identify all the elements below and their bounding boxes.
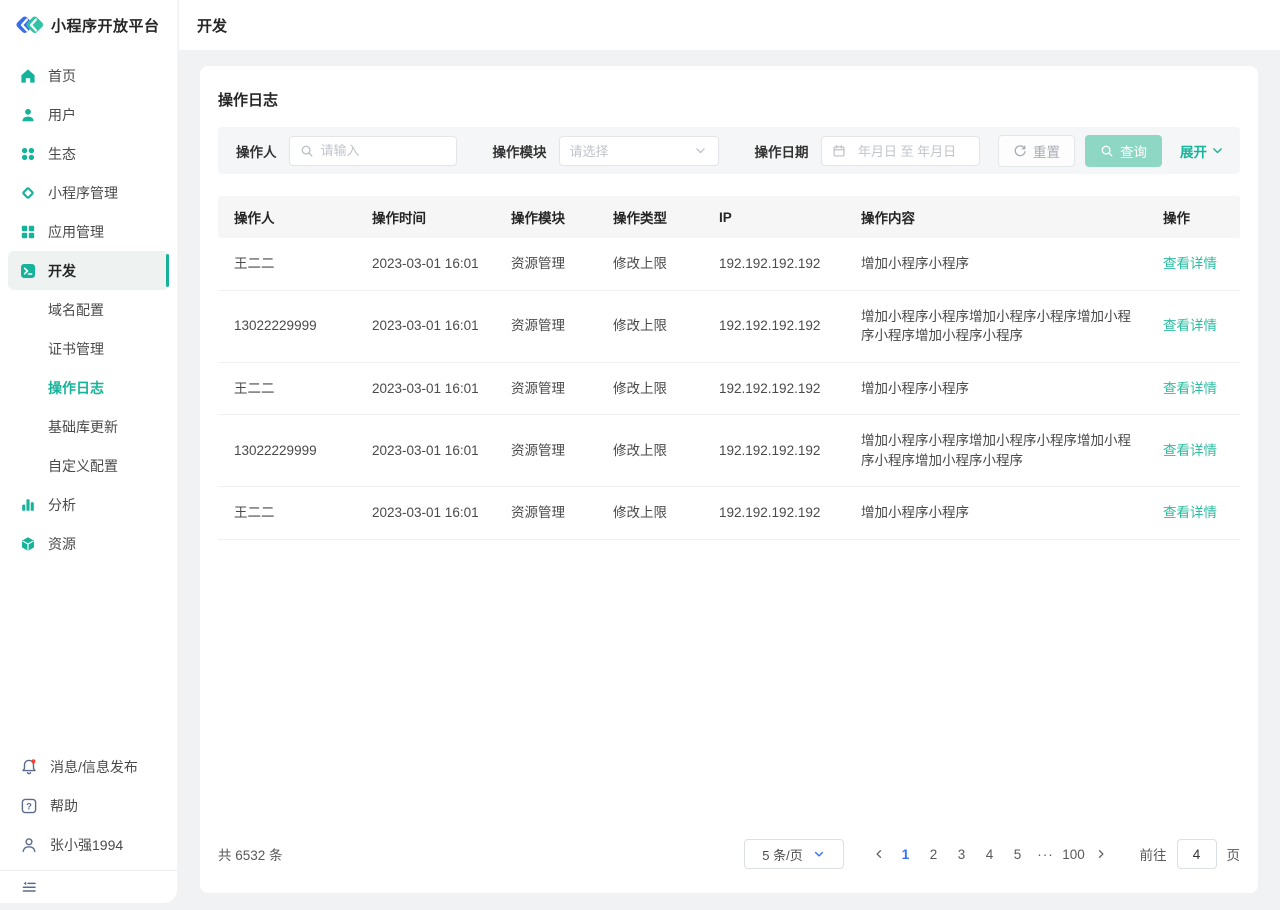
goto-page-input[interactable] (1177, 839, 1217, 869)
sidebar-item-dev[interactable]: 开发 (8, 251, 169, 290)
page-number-1[interactable]: 1 (892, 847, 920, 862)
topbar: 开发 (179, 0, 1280, 50)
view-detail-link[interactable]: 查看详情 (1163, 441, 1217, 461)
prev-page-button[interactable] (866, 848, 892, 860)
chevron-left-icon (873, 848, 885, 860)
page-title: 开发 (197, 15, 227, 36)
filter-actions: 重置 查询 展开 (998, 135, 1224, 167)
user-icon (20, 107, 36, 123)
sidebar-subitem-cert-management[interactable]: 证书管理 (0, 329, 177, 368)
sidebar-item-profile[interactable]: 张小强1994 (0, 825, 177, 864)
chevron-down-icon (694, 144, 708, 158)
sidebar-subitem-domain-config[interactable]: 域名配置 (0, 290, 177, 329)
total-count: 共 6532 条 (218, 844, 283, 864)
profile-icon (20, 836, 38, 854)
sidebar-item-home[interactable]: 首页 (0, 56, 177, 95)
brand-title: 小程序开放平台 (51, 15, 160, 36)
page-number-3[interactable]: 3 (948, 847, 976, 862)
question-icon: ? (20, 797, 38, 815)
diamond-icon (20, 185, 36, 201)
panel-title: 操作日志 (200, 66, 1258, 127)
bar-chart-icon (20, 497, 36, 513)
operator-label: 操作人 (236, 141, 277, 161)
goto-label: 前往 (1140, 844, 1167, 864)
table-row: 王二二 2023-03-01 16:01 资源管理 修改上限 192.192.1… (218, 363, 1240, 416)
view-detail-link[interactable]: 查看详情 (1163, 316, 1217, 336)
filter-operator: 操作人 (236, 136, 457, 166)
log-table: 操作人 操作时间 操作模块 操作类型 IP 操作内容 操作 王二二 2023-0… (218, 196, 1240, 540)
eco-icon (20, 146, 36, 162)
main-panel: 操作日志 操作人 操作模块 请选择 (200, 66, 1258, 893)
module-select[interactable]: 请选择 (559, 136, 719, 166)
sidebar-item-miniapp-management[interactable]: 小程序管理 (0, 173, 177, 212)
sidebar: 小程序开放平台 首页 用户 生态 (0, 0, 178, 903)
table-body: 王二二 2023-03-01 16:01 资源管理 修改上限 192.192.1… (218, 238, 1240, 540)
search-icon (1100, 144, 1114, 158)
chevron-down-icon (813, 848, 825, 860)
refresh-icon (1013, 144, 1027, 158)
sidebar-subitem-operation-log[interactable]: 操作日志 (0, 368, 177, 407)
filter-bar: 操作人 操作模块 请选择 操作日期 (218, 127, 1240, 174)
table-row: 王二二 2023-03-01 16:01 资源管理 修改上限 192.192.1… (218, 487, 1240, 540)
sidebar-item-messages[interactable]: 消息/信息发布 (0, 747, 177, 786)
sidebar-subitem-custom-config[interactable]: 自定义配置 (0, 446, 177, 485)
svg-text:?: ? (26, 801, 32, 812)
operator-input[interactable] (321, 143, 446, 158)
terminal-icon (20, 263, 36, 279)
calendar-icon (832, 144, 846, 158)
filter-date: 操作日期 年月日 至 年月日 (755, 136, 980, 166)
sidebar-subitem-base-lib-update[interactable]: 基础库更新 (0, 407, 177, 446)
sidebar-nav: 首页 用户 生态 小程序管理 (0, 50, 177, 563)
brand-logo-icon (15, 12, 45, 38)
brand: 小程序开放平台 (0, 0, 177, 50)
more-pages-button[interactable]: ··· (1032, 847, 1060, 862)
sidebar-collapse-row (0, 870, 177, 903)
collapse-menu-icon[interactable] (20, 878, 38, 896)
date-label: 操作日期 (755, 141, 809, 161)
pagination: 共 6532 条 5 条/页 1 2 3 4 5 ··· (200, 839, 1258, 893)
view-detail-link[interactable]: 查看详情 (1163, 379, 1217, 399)
next-page-button[interactable] (1088, 848, 1114, 860)
reset-button[interactable]: 重置 (998, 135, 1075, 167)
sidebar-item-eco[interactable]: 生态 (0, 134, 177, 173)
view-detail-link[interactable]: 查看详情 (1163, 254, 1217, 274)
table-row: 13022229999 2023-03-01 16:01 资源管理 修改上限 1… (218, 291, 1240, 363)
cube-icon (20, 536, 36, 552)
bell-icon (20, 758, 38, 776)
table-header-row: 操作人 操作时间 操作模块 操作类型 IP 操作内容 操作 (218, 196, 1240, 238)
sidebar-item-help[interactable]: ? 帮助 (0, 786, 177, 825)
table-row: 13022229999 2023-03-01 16:01 资源管理 修改上限 1… (218, 415, 1240, 487)
grid-icon (20, 224, 36, 240)
sidebar-item-users[interactable]: 用户 (0, 95, 177, 134)
expand-toggle[interactable]: 展开 (1180, 141, 1224, 161)
pager: 5 条/页 1 2 3 4 5 ··· 100 (744, 839, 1241, 869)
chevron-down-icon (1211, 144, 1224, 157)
page-number-5[interactable]: 5 (1004, 847, 1032, 862)
sidebar-item-resource[interactable]: 资源 (0, 524, 177, 563)
sidebar-footer: 消息/信息发布 ? 帮助 张小强1994 (0, 747, 177, 903)
operator-input-box[interactable] (289, 136, 457, 166)
module-label: 操作模块 (493, 141, 547, 161)
page-number-2[interactable]: 2 (920, 847, 948, 862)
table-row: 王二二 2023-03-01 16:01 资源管理 修改上限 192.192.1… (218, 238, 1240, 291)
page-size-select[interactable]: 5 条/页 (744, 839, 844, 869)
sidebar-item-app-management[interactable]: 应用管理 (0, 212, 177, 251)
view-detail-link[interactable]: 查看详情 (1163, 503, 1217, 523)
home-icon (20, 68, 36, 84)
page-number-4[interactable]: 4 (976, 847, 1004, 862)
query-button[interactable]: 查询 (1085, 135, 1162, 167)
sidebar-item-analysis[interactable]: 分析 (0, 485, 177, 524)
page-number-100[interactable]: 100 (1060, 847, 1088, 862)
goto-suffix: 页 (1227, 844, 1241, 864)
search-icon (300, 144, 314, 158)
date-range-input[interactable]: 年月日 至 年月日 (821, 136, 980, 166)
filter-module: 操作模块 请选择 (493, 136, 719, 166)
chevron-right-icon (1095, 848, 1107, 860)
